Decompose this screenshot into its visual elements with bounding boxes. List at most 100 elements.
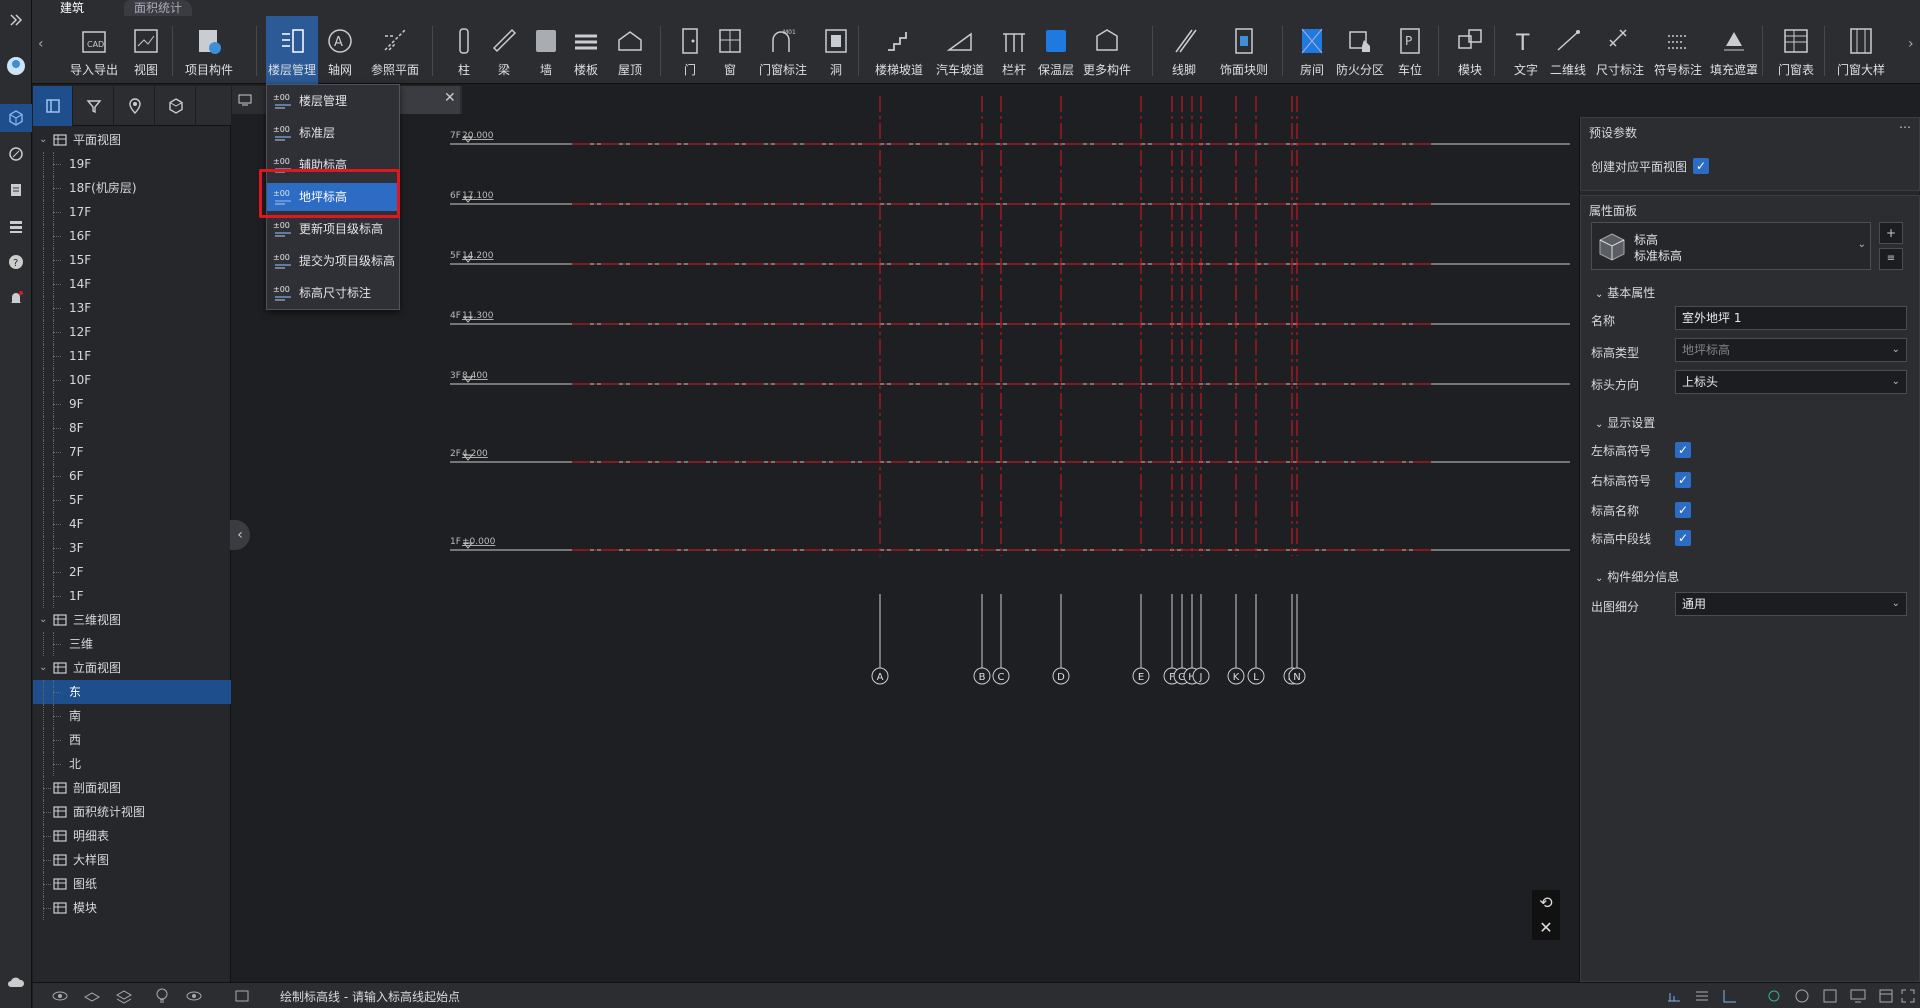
menu-item[interactable]: ±00 标准层 [267, 119, 399, 147]
lightbulb-icon[interactable] [153, 987, 171, 1005]
menu-item[interactable]: ±00 提交为项目级标高 [267, 247, 399, 275]
model-cube-icon[interactable] [0, 104, 32, 132]
tree-group-node[interactable]: 模块 [33, 896, 231, 920]
tool-insulation-button[interactable]: 保温层 [1034, 16, 1078, 84]
filter-icon[interactable] [74, 86, 114, 126]
chevron-down-icon[interactable]: ⌄ [39, 128, 49, 152]
tree-leaf-node[interactable]: 北 [33, 752, 231, 776]
visibility-icon[interactable] [51, 987, 69, 1005]
right-symbol-checkbox[interactable]: ✓ [1675, 472, 1691, 488]
tree-group-node[interactable]: 大样图 [33, 848, 231, 872]
tool-railing-button[interactable]: 栏杆 [994, 16, 1034, 84]
tree-group-node[interactable]: ⌄ 三维视图 [33, 608, 231, 632]
tree-group-node[interactable]: 明细表 [33, 824, 231, 848]
tool-door-button[interactable]: 门 [672, 16, 708, 84]
tool-skirting-button[interactable]: 线脚 [1164, 16, 1204, 84]
tool-axis-grid-button[interactable]: A 轴网 [320, 16, 360, 84]
display-settings-group[interactable]: ⌄ 显示设置 [1595, 414, 1655, 431]
layer-icon[interactable] [83, 987, 101, 1005]
document-icon[interactable] [0, 176, 32, 204]
tool-car-ramp-button[interactable]: 汽车坡道 [930, 16, 990, 84]
axis-tool-icon[interactable] [1721, 987, 1739, 1005]
tree-leaf-node[interactable]: 12F [33, 320, 231, 344]
tool-beam-button[interactable]: 梁 [484, 16, 524, 84]
tab-area-statistics[interactable]: 面积统计 [124, 0, 193, 16]
head-direction-select[interactable]: 上标头 ⌄ [1675, 370, 1907, 394]
tool-view-button[interactable]: 视图 [124, 16, 168, 84]
chevron-down-icon[interactable]: ⌄ [39, 608, 49, 632]
tree-leaf-node[interactable]: 1F [33, 584, 231, 608]
tool-dimension-button[interactable]: 尺寸标注 [1592, 16, 1648, 84]
tool-more-components-button[interactable]: 更多构件 [1078, 16, 1136, 84]
tree-leaf-node[interactable]: 14F [33, 272, 231, 296]
tree-group-node[interactable]: 剖面视图 [33, 776, 231, 800]
tree-leaf-node[interactable]: 3F [33, 536, 231, 560]
axis-status-icon[interactable] [1793, 987, 1811, 1005]
tree-leaf-node[interactable]: 15F [33, 248, 231, 272]
snap-icon[interactable] [1821, 987, 1839, 1005]
tree-leaf-node[interactable]: 7F [33, 440, 231, 464]
layer-stack-icon[interactable] [115, 987, 133, 1005]
tool-floor-management-button[interactable]: 楼层管理 [266, 16, 318, 84]
create-plan-checkbox[interactable]: ✓ [1693, 158, 1709, 174]
tree-leaf-node[interactable]: 东 [33, 680, 231, 704]
expand-icon[interactable] [0, 6, 32, 34]
tree-group-node[interactable]: 面积统计视图 [33, 800, 231, 824]
tool-roof-button[interactable]: 屋顶 [608, 16, 652, 84]
menu-item[interactable]: ±00 楼层管理 [267, 87, 399, 115]
tool-2d-line-button[interactable]: 二维线 [1546, 16, 1590, 84]
tool-door-window-tag-button[interactable]: M01 门窗标注 [752, 16, 814, 84]
tree-leaf-node[interactable]: 2F [33, 560, 231, 584]
tree-leaf-node[interactable]: 8F [33, 416, 231, 440]
tree-group-node[interactable]: ⌄ 立面视图 [33, 656, 231, 680]
tree-leaf-node[interactable]: 17F [33, 200, 231, 224]
basic-properties-group[interactable]: ⌄ 基本属性 [1595, 284, 1655, 301]
tool-window-button[interactable]: 窗 [710, 16, 750, 84]
display-mode-icon[interactable] [233, 987, 251, 1005]
more-options-icon[interactable]: ⋯ [1899, 120, 1911, 134]
tab-architecture[interactable]: 建筑 [50, 0, 95, 16]
help-icon[interactable]: ? [0, 248, 32, 276]
tool-room-button[interactable]: 房间 [1292, 16, 1332, 84]
edit-type-button[interactable]: ≡ [1879, 248, 1903, 270]
ribbon-scroll-right-icon[interactable]: › [1908, 36, 1914, 52]
close-float-icon[interactable]: ✕ [1539, 918, 1552, 937]
tree-leaf-node[interactable]: 4F [33, 512, 231, 536]
tree-leaf-node[interactable]: 6F [33, 464, 231, 488]
list-tool-icon[interactable] [1693, 987, 1711, 1005]
tree-leaf-node[interactable]: 三维 [33, 632, 231, 656]
mid-line-checkbox[interactable]: ✓ [1675, 530, 1691, 546]
notification-bell-icon[interactable] [0, 284, 32, 312]
tree-leaf-node[interactable]: 16F [33, 224, 231, 248]
drawing-canvas[interactable]: 7F 20.000 6F 17.100 5F 14.200 4F 11.300 3F 8.400 2… [232, 86, 1577, 982]
tool-reference-plane-button[interactable]: 参照平面 [364, 16, 426, 84]
tool-slab-button[interactable]: 楼板 [566, 16, 606, 84]
menu-item[interactable]: ±00 标高尺寸标注 [267, 279, 399, 307]
cube-view-icon[interactable] [156, 86, 196, 126]
tree-leaf-node[interactable]: 5F [33, 488, 231, 512]
type-selector[interactable]: 标高 标准标高 ⌄ [1591, 222, 1871, 270]
tree-leaf-node[interactable]: 11F [33, 344, 231, 368]
ribbon-scroll-left-icon[interactable]: ‹ [38, 36, 44, 52]
tool-parking-button[interactable]: P 车位 [1390, 16, 1430, 84]
list-icon[interactable] [0, 212, 32, 240]
tool-fill-mask-button[interactable]: 填充遮罩 [1706, 16, 1762, 84]
level-name-checkbox[interactable]: ✓ [1675, 502, 1691, 518]
tree-group-node[interactable]: 图纸 [33, 872, 231, 896]
undo-rotate-icon[interactable]: ⟲ [1539, 893, 1552, 912]
monitor-icon[interactable] [1849, 987, 1867, 1005]
window-icon[interactable] [1877, 987, 1895, 1005]
tool-import-export-button[interactable]: CAD 导入导出 [66, 16, 122, 84]
tree-leaf-node[interactable]: 9F [33, 392, 231, 416]
tree-group-node[interactable]: ⌄ 平面视图 [33, 128, 231, 152]
tool-symbol-button[interactable]: 符号标注 [1650, 16, 1706, 84]
tool-door-window-table-button[interactable]: 门窗表 [1770, 16, 1822, 84]
tree-leaf-node[interactable]: 18F(机房层) [33, 176, 231, 200]
tree-leaf-node[interactable]: 西 [33, 728, 231, 752]
tool-door-window-detail-button[interactable]: 门窗大样 [1832, 16, 1890, 84]
chevron-down-icon[interactable]: ⌄ [39, 656, 49, 680]
tool-fire-zone-button[interactable]: 防火分区 [1332, 16, 1388, 84]
tool-finish-block-button[interactable]: 饰面块则 [1214, 16, 1274, 84]
elevation-drawing[interactable]: 7F 20.000 6F 17.100 5F 14.200 4F 11.300 3F 8.400 2… [232, 86, 1577, 982]
tool-text-button[interactable]: T 文字 [1506, 16, 1546, 84]
